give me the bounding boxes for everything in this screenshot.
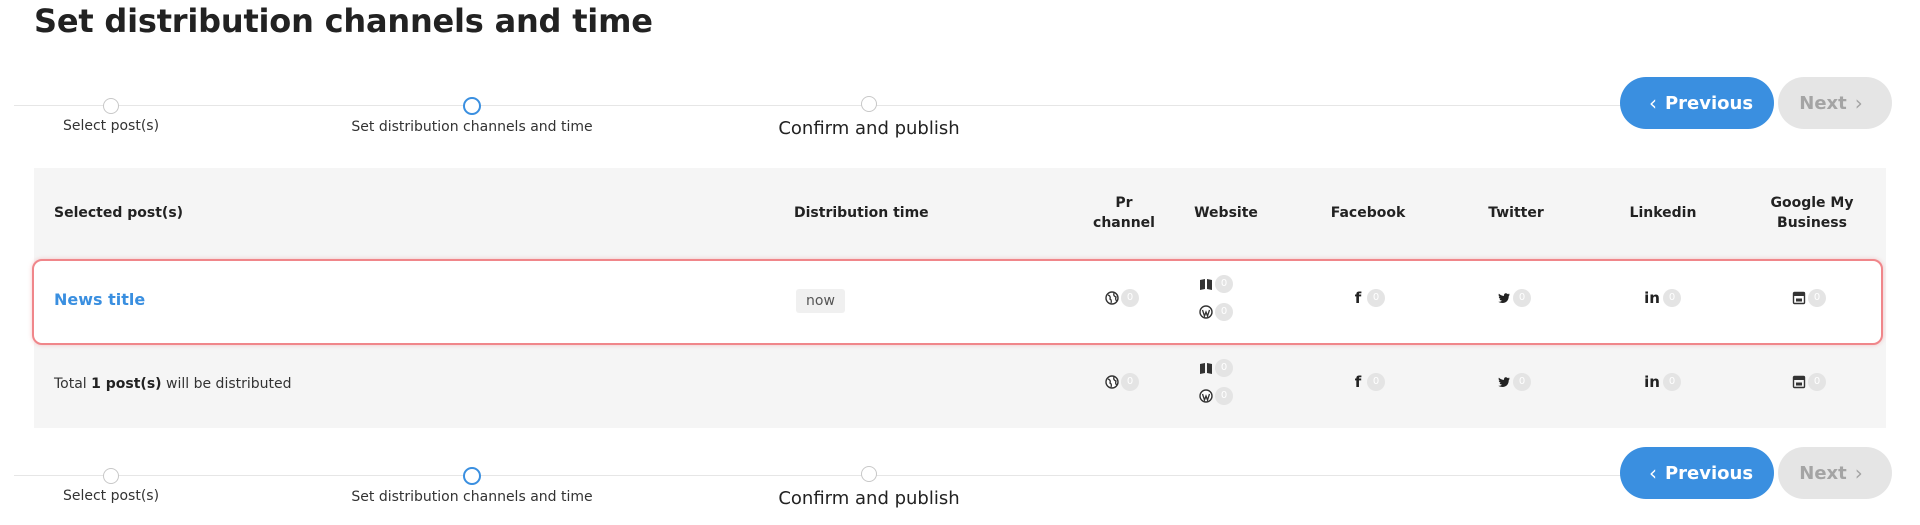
next-label: Next	[1799, 462, 1847, 484]
previous-label: Previous	[1664, 462, 1754, 484]
count-badge: 0	[1808, 289, 1826, 307]
header-facebook: Facebook	[1330, 205, 1406, 221]
linkedin-icon: in	[1644, 373, 1660, 391]
step-set-channels[interactable]: Set distribution channels and time	[307, 466, 637, 505]
book-icon	[1199, 277, 1213, 291]
count-badge: 0	[1215, 387, 1233, 405]
news-title-link[interactable]: News title	[54, 290, 145, 309]
count-badge: 0	[1121, 373, 1139, 391]
step-label: Confirm and publish	[778, 488, 960, 509]
chevron-right-icon: ›	[1854, 461, 1863, 485]
linkedin-icon: in	[1644, 289, 1660, 307]
chevron-left-icon: ‹	[1648, 461, 1657, 485]
step-select-posts[interactable]: Select post(s)	[0, 466, 276, 504]
header-selected-posts: Selected post(s)	[54, 205, 184, 221]
twitter-icon	[1497, 291, 1511, 305]
step-dot-active	[463, 467, 481, 485]
previous-button[interactable]: ‹ Previous	[1620, 447, 1774, 499]
step-set-channels[interactable]: Set distribution channels and time	[307, 96, 637, 135]
step-dot-active	[463, 97, 481, 115]
count-badge: 0	[1215, 275, 1233, 293]
header-website: Website	[1194, 205, 1258, 221]
globe-icon	[1105, 291, 1119, 305]
total-pr-channel: 0	[1105, 373, 1139, 391]
step-label: Select post(s)	[62, 488, 160, 504]
table-row[interactable]	[32, 259, 1883, 345]
header-google-my-business: Google My Business	[1770, 195, 1854, 231]
facebook-icon: f	[1354, 289, 1362, 307]
total-twitter: 0	[1497, 373, 1531, 391]
step-label: Select post(s)	[62, 118, 160, 134]
book-icon	[1199, 361, 1213, 375]
row-website-mynewsdesk[interactable]: 0	[1199, 275, 1233, 293]
count-badge: 0	[1663, 289, 1681, 307]
store-icon	[1792, 291, 1806, 305]
header-linkedin: Linkedin	[1629, 205, 1697, 221]
page-title: Set distribution channels and time	[34, 2, 653, 40]
step-select-posts[interactable]: Select post(s)	[0, 96, 276, 134]
step-dot	[103, 98, 119, 114]
total-summary: Total 1 post(s) will be distributed	[54, 376, 292, 392]
count-badge: 0	[1513, 373, 1531, 391]
twitter-icon	[1497, 375, 1511, 389]
step-label: Set distribution channels and time	[351, 119, 593, 135]
total-linkedin: in 0	[1643, 373, 1681, 391]
row-website-wordpress[interactable]: 0	[1199, 303, 1233, 321]
wordpress-icon	[1199, 305, 1213, 319]
total-website-wordpress: 0	[1199, 387, 1233, 405]
row-pr-channel[interactable]: 0	[1105, 289, 1139, 307]
total-google-my-business: 0	[1792, 373, 1826, 391]
count-badge: 0	[1663, 373, 1681, 391]
row-linkedin[interactable]: in 0	[1643, 289, 1681, 307]
facebook-icon: f	[1354, 373, 1362, 391]
count-badge: 0	[1215, 359, 1233, 377]
previous-label: Previous	[1664, 92, 1754, 114]
store-icon	[1792, 375, 1806, 389]
total-website-mynewsdesk: 0	[1199, 359, 1233, 377]
wordpress-icon	[1199, 389, 1213, 403]
chevron-right-icon: ›	[1854, 91, 1863, 115]
count-badge: 0	[1367, 289, 1385, 307]
chevron-left-icon: ‹	[1648, 91, 1657, 115]
header-pr-channel: Pr channel	[1093, 195, 1155, 231]
count-badge: 0	[1513, 289, 1531, 307]
next-button[interactable]: Next ›	[1778, 77, 1892, 129]
globe-icon	[1105, 375, 1119, 389]
step-label: Set distribution channels and time	[351, 489, 593, 505]
step-dot	[861, 466, 877, 482]
step-dot	[103, 468, 119, 484]
row-google-my-business[interactable]: 0	[1792, 289, 1826, 307]
step-confirm-publish[interactable]: Confirm and publish	[704, 466, 1034, 509]
total-prefix: Total	[54, 376, 87, 392]
count-badge: 0	[1215, 303, 1233, 321]
step-dot	[861, 96, 877, 112]
count-badge: 0	[1121, 289, 1139, 307]
previous-button[interactable]: ‹ Previous	[1620, 77, 1774, 129]
total-facebook: f 0	[1351, 373, 1385, 391]
total-suffix: will be distributed	[166, 376, 292, 392]
step-label: Confirm and publish	[778, 118, 960, 139]
header-twitter: Twitter	[1488, 205, 1544, 221]
total-count: 1 post(s)	[91, 376, 162, 392]
step-confirm-publish[interactable]: Confirm and publish	[704, 96, 1034, 139]
count-badge: 0	[1367, 373, 1385, 391]
row-twitter[interactable]: 0	[1497, 289, 1531, 307]
header-distribution-time: Distribution time	[794, 205, 929, 221]
next-label: Next	[1799, 92, 1847, 114]
count-badge: 0	[1808, 373, 1826, 391]
distribution-time-chip[interactable]: now	[796, 289, 845, 313]
row-facebook[interactable]: f 0	[1351, 289, 1385, 307]
next-button[interactable]: Next ›	[1778, 447, 1892, 499]
